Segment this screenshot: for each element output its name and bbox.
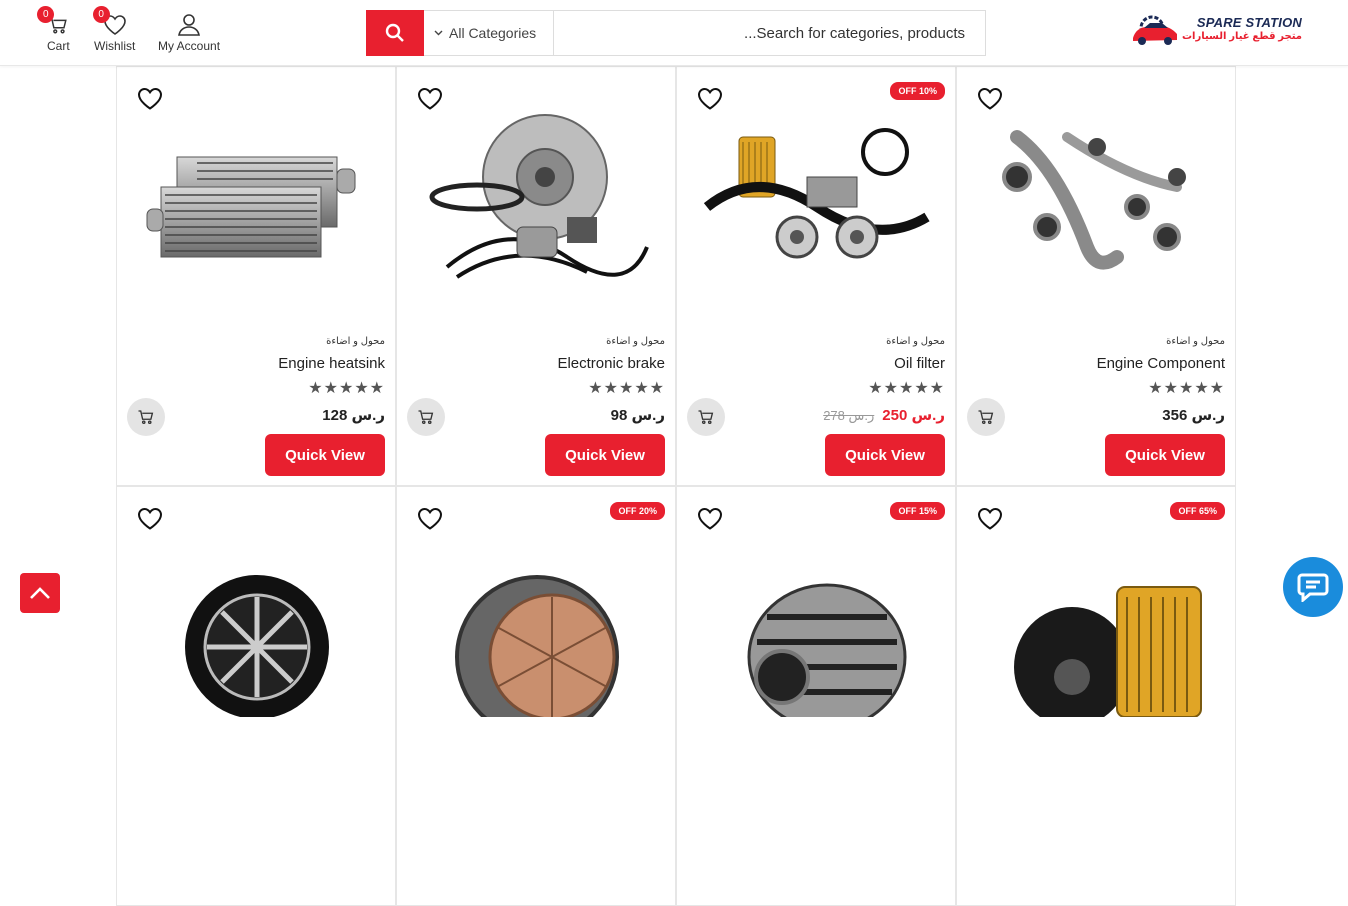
add-to-cart-button[interactable]: [407, 398, 445, 436]
star-rating: ★★★★★: [868, 380, 945, 397]
product-card[interactable]: OFF 20%: [396, 486, 676, 906]
cart-icon: [698, 410, 714, 425]
product-card[interactable]: OFF 65%: [956, 486, 1236, 906]
cart-link[interactable]: 0 Cart: [37, 6, 70, 53]
star-rating: ★★★★★: [308, 380, 385, 397]
add-to-cart-button[interactable]: [967, 398, 1005, 436]
scroll-to-top-button[interactable]: [20, 573, 60, 613]
search-bar: All Categories: [366, 10, 986, 56]
product-image-wheel[interactable]: [137, 517, 377, 717]
wishlist-count-badge: 0: [92, 6, 110, 23]
price-value: 250 ر.س: [882, 407, 945, 424]
logo-text: SPARE STATION متجر قطع غيار السيارات: [1178, 15, 1302, 42]
product-image-engine-component[interactable]: [977, 97, 1217, 297]
wishlist-label: Wishlist: [94, 39, 136, 53]
product-image-heatsink[interactable]: [137, 97, 377, 297]
product-card[interactable]: محول و اضاءة Electronic brake ★★★★★ 98 ر…: [396, 66, 676, 486]
category-select-value: All Categories: [449, 25, 537, 41]
quick-view-button[interactable]: Quick View: [545, 434, 665, 476]
product-price: 356 ر.س: [1162, 406, 1225, 424]
star-rating: ★★★★★: [588, 380, 665, 397]
product-category: محول و اضاءة: [1166, 336, 1225, 347]
product-image-oil-filter[interactable]: [697, 97, 937, 297]
search-button[interactable]: [366, 10, 424, 56]
logo-title: SPARE STATION: [1196, 15, 1302, 30]
cart-icon: [138, 410, 154, 425]
product-category: محول و اضاءة: [606, 336, 665, 347]
product-image-oil-filter-2[interactable]: [977, 517, 1217, 717]
quick-view-button[interactable]: Quick View: [1105, 434, 1225, 476]
product-name[interactable]: Electronic brake: [557, 355, 665, 372]
product-name[interactable]: Engine heatsink: [278, 355, 385, 372]
quick-view-button[interactable]: Quick View: [825, 434, 945, 476]
site-header: 0 Cart 0 Wishlist My Account All Categor…: [0, 0, 1348, 66]
price-value: 128 ر.س: [322, 407, 385, 424]
account-link[interactable]: My Account: [158, 10, 220, 53]
product-price: 278 ر.س 250 ر.س: [823, 406, 945, 424]
product-card[interactable]: محول و اضاءة Engine heatsink ★★★★★ 128 ر…: [116, 66, 396, 486]
arrow-up-icon: [30, 587, 50, 599]
product-card[interactable]: OFF 15%: [676, 486, 956, 906]
account-label: My Account: [158, 39, 221, 53]
cart-icon: [418, 410, 434, 425]
search-input[interactable]: [554, 11, 985, 55]
price-value: 98 ر.س: [610, 407, 665, 424]
product-image-brake[interactable]: [417, 97, 657, 297]
car-logo-icon: [1133, 15, 1177, 45]
site-logo[interactable]: SPARE STATION متجر قطع غيار السيارات: [1130, 14, 1302, 48]
wishlist-link[interactable]: 0 Wishlist: [92, 6, 136, 53]
cart-icon: [978, 410, 994, 425]
old-price: 278 ر.س: [823, 408, 875, 423]
product-name[interactable]: Engine Component: [1097, 355, 1225, 372]
category-select[interactable]: All Categories: [424, 11, 554, 55]
product-image-alternator[interactable]: [697, 517, 937, 717]
logo-subtitle: متجر قطع غيار السيارات: [1181, 31, 1302, 42]
product-price: 128 ر.س: [322, 406, 385, 424]
cart-label: Cart: [47, 39, 70, 53]
chevron-down-icon: [434, 30, 443, 36]
chat-button[interactable]: [1283, 557, 1343, 617]
product-category: محول و اضاءة: [326, 336, 385, 347]
quick-view-button[interactable]: Quick View: [265, 434, 385, 476]
product-price: 98 ر.س: [611, 406, 665, 424]
user-icon: [178, 14, 200, 36]
price-value: 356 ر.س: [1162, 407, 1225, 424]
search-icon: [385, 23, 404, 42]
product-card[interactable]: OFF 10% محول و اضاءة Oil filter ★★★★★ 27…: [676, 66, 956, 486]
product-image-rim[interactable]: [417, 517, 657, 717]
product-card[interactable]: محول و اضاءة Engine Component ★★★★★ 356 …: [956, 66, 1236, 486]
add-to-cart-button[interactable]: [127, 398, 165, 436]
product-name[interactable]: Oil filter: [894, 355, 945, 372]
product-card[interactable]: [116, 486, 396, 906]
star-rating: ★★★★★: [1148, 380, 1225, 397]
product-category: محول و اضاءة: [886, 336, 945, 347]
chat-icon: [1297, 573, 1329, 602]
add-to-cart-button[interactable]: [687, 398, 725, 436]
